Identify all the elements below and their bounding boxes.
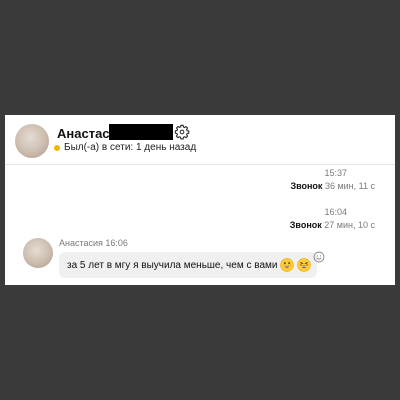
gear-icon[interactable] (174, 124, 190, 140)
call-label: Звонок (290, 181, 323, 191)
message-meta: Анастасия 16:06 (59, 238, 128, 248)
call-duration: 36 мин, 11 с (324, 181, 375, 191)
call-duration: 27 мин, 10 с (324, 220, 375, 230)
call-timestamp: 16:04 (324, 207, 347, 217)
call-label: Звонок (289, 220, 322, 230)
call-entry: Звонок 27 мин, 10 с (290, 220, 375, 230)
message-bubble[interactable]: за 5 лет в мгу я выучила меньше, чем с в… (59, 252, 318, 278)
presence-text: Был(-а) в сети: 1 день назад (64, 142, 197, 153)
sender-avatar[interactable] (23, 238, 53, 268)
call-entry: Звонок 36 мин, 11 с (290, 181, 375, 191)
presence-status: Был(-а) в сети: 1 день назад (54, 142, 196, 153)
grinning-face-icon (280, 258, 295, 272)
chat-panel: Анастасия Был(-а) в сети: 1 день назад 1… (5, 115, 395, 285)
contact-avatar[interactable] (15, 124, 49, 158)
smiley-reaction-icon[interactable] (313, 251, 325, 263)
chat-header: Анастасия Был(-а) в сети: 1 день назад (5, 115, 395, 165)
message-text: за 5 лет в мгу я выучила меньше, чем с в… (67, 259, 278, 271)
call-timestamp: 15:37 (324, 168, 347, 178)
redacted-surname (109, 124, 173, 140)
presence-dot (54, 144, 60, 151)
grinning-squinting-face-icon (297, 258, 312, 272)
